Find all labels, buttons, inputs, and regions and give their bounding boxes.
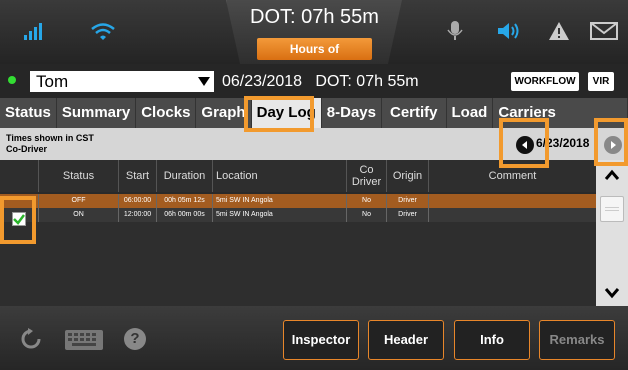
remarks-button[interactable]: Remarks [539, 320, 615, 360]
keyboard-icon[interactable] [64, 328, 104, 357]
check-icon [13, 214, 25, 225]
inspector-button[interactable]: Inspector [283, 320, 359, 360]
driver-status-dot [8, 76, 16, 84]
bottom-toolbar: ? Inspector Header Info Remarks [0, 306, 628, 370]
driver-bar: Tom 06/23/2018 DOT: 07h 55m WORKFLOW VIR [0, 64, 628, 98]
column-duration[interactable]: Duration [156, 160, 212, 192]
table-row[interactable]: ON 12:00:00 06h 00m 00s 5mi SW IN Angola… [0, 208, 596, 222]
row-comment [428, 194, 596, 208]
tab-clocks[interactable]: Clocks [136, 98, 197, 128]
previous-day-button[interactable] [516, 136, 534, 154]
microphone-icon[interactable] [444, 16, 466, 46]
scroll-up-icon[interactable] [604, 168, 620, 186]
help-icon[interactable]: ? [124, 328, 146, 350]
column-origin[interactable]: Origin [386, 160, 428, 192]
wifi-icon [86, 16, 120, 46]
driver-select[interactable]: Tom [30, 71, 214, 92]
signal-icon [20, 16, 48, 46]
column-comment[interactable]: Comment [428, 160, 596, 192]
speaker-icon[interactable] [494, 16, 524, 46]
column-start[interactable]: Start [118, 160, 156, 192]
scroll-thumb[interactable] [600, 196, 624, 222]
row-co-driver: No [346, 208, 386, 222]
vir-button[interactable]: VIR [588, 72, 614, 91]
row-co-driver: No [346, 194, 386, 208]
row-location: 5mi SW IN Angola [212, 194, 346, 208]
refresh-icon[interactable] [20, 328, 42, 355]
column-status[interactable]: Status [38, 160, 118, 192]
workflow-button[interactable]: WORKFLOW [511, 72, 579, 91]
top-status-bar: DOT: 07h 55m Hours of Service/VIR [0, 0, 628, 64]
dot-time-panel: DOT: 07h 55m Hours of Service/VIR [226, 0, 402, 64]
header-button[interactable]: Header [368, 320, 444, 360]
log-table-header: Status Start Duration Location Co Driver… [0, 160, 596, 192]
tab-carriers[interactable]: Carriers [493, 98, 628, 128]
tab-day-log[interactable]: Day Log [251, 98, 322, 128]
tab-certify[interactable]: Certify [382, 98, 447, 128]
timezone-info: Times shown in CST Co-Driver [6, 133, 94, 155]
tab-8-days[interactable]: 8-Days [321, 98, 382, 128]
chevron-down-icon [198, 77, 210, 86]
row-start: 06:00:00 [118, 194, 156, 208]
day-log-info-bar: Times shown in CST Co-Driver 6/23/2018 [0, 128, 628, 160]
row-start: 12:00:00 [118, 208, 156, 222]
co-driver-text: Co-Driver [6, 144, 48, 154]
column-location[interactable]: Location [212, 160, 346, 192]
row-checkbox[interactable] [12, 212, 26, 226]
row-location: 5mi SW IN Angola [212, 208, 346, 222]
row-origin: Driver [386, 194, 428, 208]
dot-time: DOT: 07h 55m [250, 6, 379, 28]
tab-load[interactable]: Load [446, 98, 494, 128]
tab-graph[interactable]: Graph [196, 98, 252, 128]
row-comment [428, 208, 596, 222]
row-status: OFF [38, 194, 118, 208]
hours-of-service-button[interactable]: Hours of Service/VIR [257, 38, 372, 60]
mail-icon[interactable] [588, 16, 620, 46]
tab-status[interactable]: Status [0, 98, 57, 128]
row-duration: 06h 00m 00s [156, 208, 212, 222]
log-date: 6/23/2018 [536, 136, 590, 150]
tab-summary[interactable]: Summary [56, 98, 137, 128]
timezone-text: Times shown in CST [6, 133, 94, 143]
next-day-button[interactable] [604, 136, 622, 154]
driver-name: Tom [36, 72, 69, 91]
table-row[interactable]: OFF 06:00:00 00h 05m 12s 5mi SW IN Angol… [0, 194, 596, 208]
scrollbar[interactable] [596, 160, 628, 306]
row-duration: 00h 05m 12s [156, 194, 212, 208]
scroll-down-icon[interactable] [604, 286, 620, 304]
row-origin: Driver [386, 208, 428, 222]
info-button[interactable]: Info [454, 320, 530, 360]
row-status: ON [38, 208, 118, 222]
log-table-empty-area [0, 222, 596, 306]
tab-bar: Status Summary Clocks Graph Day Log 8-Da… [0, 98, 628, 128]
date-dot-text: 06/23/2018 DOT: 07h 55m [222, 73, 419, 90]
warning-icon[interactable] [546, 16, 572, 46]
column-co-driver[interactable]: Co Driver [346, 160, 386, 192]
